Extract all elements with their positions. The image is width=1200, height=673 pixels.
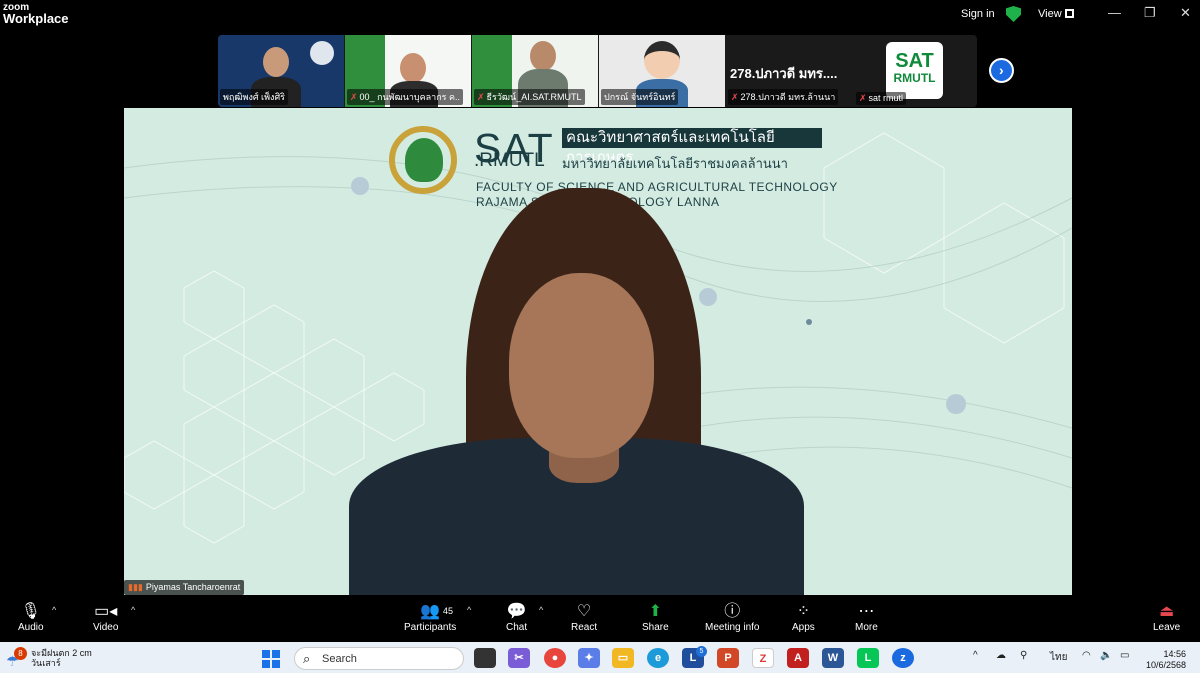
- logo-thai-university: มหาวิทยาลัยเทคโนโลยีราชมงคลล้านนา: [562, 156, 788, 171]
- view-button[interactable]: View: [1038, 8, 1062, 20]
- chrome-icon[interactable]: ●: [544, 648, 566, 668]
- zoom-taskbar-icon[interactable]: z: [892, 648, 914, 668]
- participant-name: พฤฒิพงศ์ เพ็งศิริ: [220, 89, 289, 105]
- participant-tile[interactable]: 278.ปภาวดี มทร.... ✗ 278.ปภาวดี มทร.ล้านน…: [726, 35, 977, 107]
- word-icon[interactable]: W: [822, 648, 844, 668]
- logo-thai-faculty: คณะวิทยาศาสตร์และเทคโนโลยีการเกษตร: [562, 128, 822, 166]
- participant-tile[interactable]: ✗ ธีรวัฒน์_AI.SAT.RMUTL: [472, 35, 598, 107]
- restore-button[interactable]: ❐: [1144, 5, 1156, 21]
- more-button[interactable]: ⋯ More: [855, 602, 878, 633]
- weather-widget[interactable]: จะมีฝนตก 2 cm วันเสาร์: [31, 648, 92, 668]
- brand-workplace: Workplace: [3, 11, 69, 26]
- next-page-button[interactable]: ›: [989, 58, 1014, 83]
- participant-avatar: [530, 41, 556, 71]
- chat-chevron-icon[interactable]: ^: [539, 605, 543, 615]
- more-icon: ⋯: [858, 603, 875, 620]
- share-button[interactable]: ⬆ Share: [642, 602, 669, 633]
- sat-rmutl-avatar: SAT RMUTL: [886, 42, 943, 99]
- task-view-icon[interactable]: [474, 648, 496, 668]
- search-icon: ⌕: [303, 651, 311, 666]
- edge-icon[interactable]: e: [647, 648, 669, 668]
- audio-button[interactable]: 🎙 Audio: [18, 602, 44, 633]
- snipping-tool-icon[interactable]: ✂: [508, 648, 530, 668]
- weather-badge: 8: [14, 647, 27, 660]
- notification-badge: 5: [696, 646, 707, 657]
- audio-options-chevron-icon[interactable]: ^: [52, 605, 56, 615]
- heart-icon: ♡: [576, 603, 592, 620]
- active-speaker-video: SAT คณะวิทยาศาสตร์และเทคโนโลยีการเกษตร .…: [124, 108, 1072, 595]
- exit-icon: ⏏: [1159, 603, 1175, 620]
- apps-button[interactable]: ⁘ Apps: [792, 602, 815, 633]
- speaker-face: [509, 273, 654, 458]
- speaker-name-tag: ▮▮▮ Piyamas Tancharoenrat: [124, 580, 245, 595]
- wifi-icon[interactable]: ◠: [1082, 650, 1091, 661]
- logo-en-faculty: FACULTY OF SCIENCE AND AGRICULTURAL TECH…: [476, 180, 838, 194]
- powerpoint-icon[interactable]: P: [717, 648, 739, 668]
- minimize-button[interactable]: —: [1108, 5, 1121, 20]
- participant-name: ✗ 00_ กนพัฒนาบุคลากร ค..: [347, 89, 464, 105]
- participant-name: ✗ sat rmutl: [856, 92, 907, 105]
- apps-icon: ⁘: [796, 603, 811, 620]
- info-icon: ⓘ: [724, 603, 741, 620]
- participant-name: ✗ ธีรวัฒน์_AI.SAT.RMUTL: [474, 89, 585, 105]
- windows-taskbar: ☂ 8 จะมีฝนตก 2 cm วันเสาร์ ⌕ Search ✂ ● …: [0, 642, 1200, 673]
- participants-chevron-icon[interactable]: ^: [467, 605, 471, 615]
- title-bar: zoom Workplace Sign in View — ❐ ✕: [0, 0, 1200, 30]
- chat-button[interactable]: 💬 Chat: [506, 602, 527, 633]
- network-tray-icon[interactable]: ⚲: [1020, 650, 1027, 661]
- leave-button[interactable]: ⏏ Leave: [1153, 602, 1180, 633]
- file-explorer-icon[interactable]: ▭: [612, 648, 634, 668]
- logo-rmutl: .RMUTL: [474, 150, 545, 171]
- participant-display-name: 278.ปภาวดี มทร....: [730, 66, 838, 81]
- participant-tile[interactable]: พฤฒิพงศ์ เพ็งศิริ: [218, 35, 344, 107]
- chat-icon: 💬: [506, 603, 527, 620]
- mic-muted-icon: ✗: [859, 93, 867, 103]
- participant-avatar: [263, 47, 289, 77]
- signal-bars-icon: ▮▮▮: [128, 582, 143, 592]
- microphone-icon: 🎙: [20, 603, 41, 620]
- copilot-icon[interactable]: ✦: [578, 648, 600, 668]
- share-icon: ⬆: [648, 603, 663, 620]
- participant-count: 45: [443, 606, 454, 616]
- react-button[interactable]: ♡ React: [571, 602, 597, 633]
- mic-muted-icon: ✗: [477, 92, 485, 102]
- taskbar-search[interactable]: ⌕ Search: [294, 647, 464, 670]
- zoom-brand: zoom Workplace: [3, 2, 69, 26]
- windows-start-icon[interactable]: [262, 650, 280, 668]
- sign-in-link[interactable]: Sign in: [961, 8, 995, 20]
- participant-name: ✗ 278.ปภาวดี มทร.ล้านนา: [728, 89, 839, 105]
- participant-avatar: [400, 53, 426, 83]
- video-options-chevron-icon[interactable]: ^: [131, 605, 135, 615]
- cloud-icon[interactable]: ☁: [996, 650, 1006, 661]
- camera-icon: ▭◂: [94, 603, 118, 620]
- participant-strip: พฤฒิพงศ์ เพ็งศิริ ✗ 00_ กนพัฒนาบุคลากร ค.…: [218, 35, 977, 107]
- shield-icon[interactable]: [1006, 6, 1021, 22]
- close-button[interactable]: ✕: [1180, 5, 1191, 21]
- chevron-right-icon: ›: [999, 62, 1004, 78]
- z-app-icon[interactable]: Z: [752, 648, 774, 668]
- robot-icon: [310, 41, 334, 65]
- meeting-controls: 🎙 Audio ^ ▭◂ Video ^ 👥 Participants 45 ^ 💬 C…: [0, 597, 1200, 642]
- participant-name: ปกรณ์ จันทร์อินทร์: [601, 89, 679, 105]
- meeting-info-button[interactable]: ⓘ Meeting info: [705, 602, 759, 633]
- mic-muted-icon: ✗: [731, 92, 739, 102]
- language-indicator[interactable]: ไทย: [1050, 650, 1067, 665]
- grid-icon[interactable]: [1065, 9, 1074, 18]
- video-button[interactable]: ▭◂ Video: [93, 602, 118, 633]
- tray-chevron-icon[interactable]: ^: [973, 650, 978, 661]
- line-icon[interactable]: L: [857, 648, 879, 668]
- search-placeholder: Search: [322, 653, 357, 665]
- battery-icon[interactable]: ▭: [1120, 650, 1129, 661]
- participant-tile[interactable]: ✗ 00_ กนพัฒนาบุคลากร ค..: [345, 35, 471, 107]
- acrobat-icon[interactable]: A: [787, 648, 809, 668]
- volume-icon[interactable]: 🔈: [1100, 650, 1112, 661]
- system-clock[interactable]: 14:56 10/6/2568: [1146, 649, 1186, 671]
- avatar: [644, 41, 680, 79]
- mic-muted-icon: ✗: [350, 92, 358, 102]
- participant-tile[interactable]: ปกรณ์ จันทร์อินทร์: [599, 35, 725, 107]
